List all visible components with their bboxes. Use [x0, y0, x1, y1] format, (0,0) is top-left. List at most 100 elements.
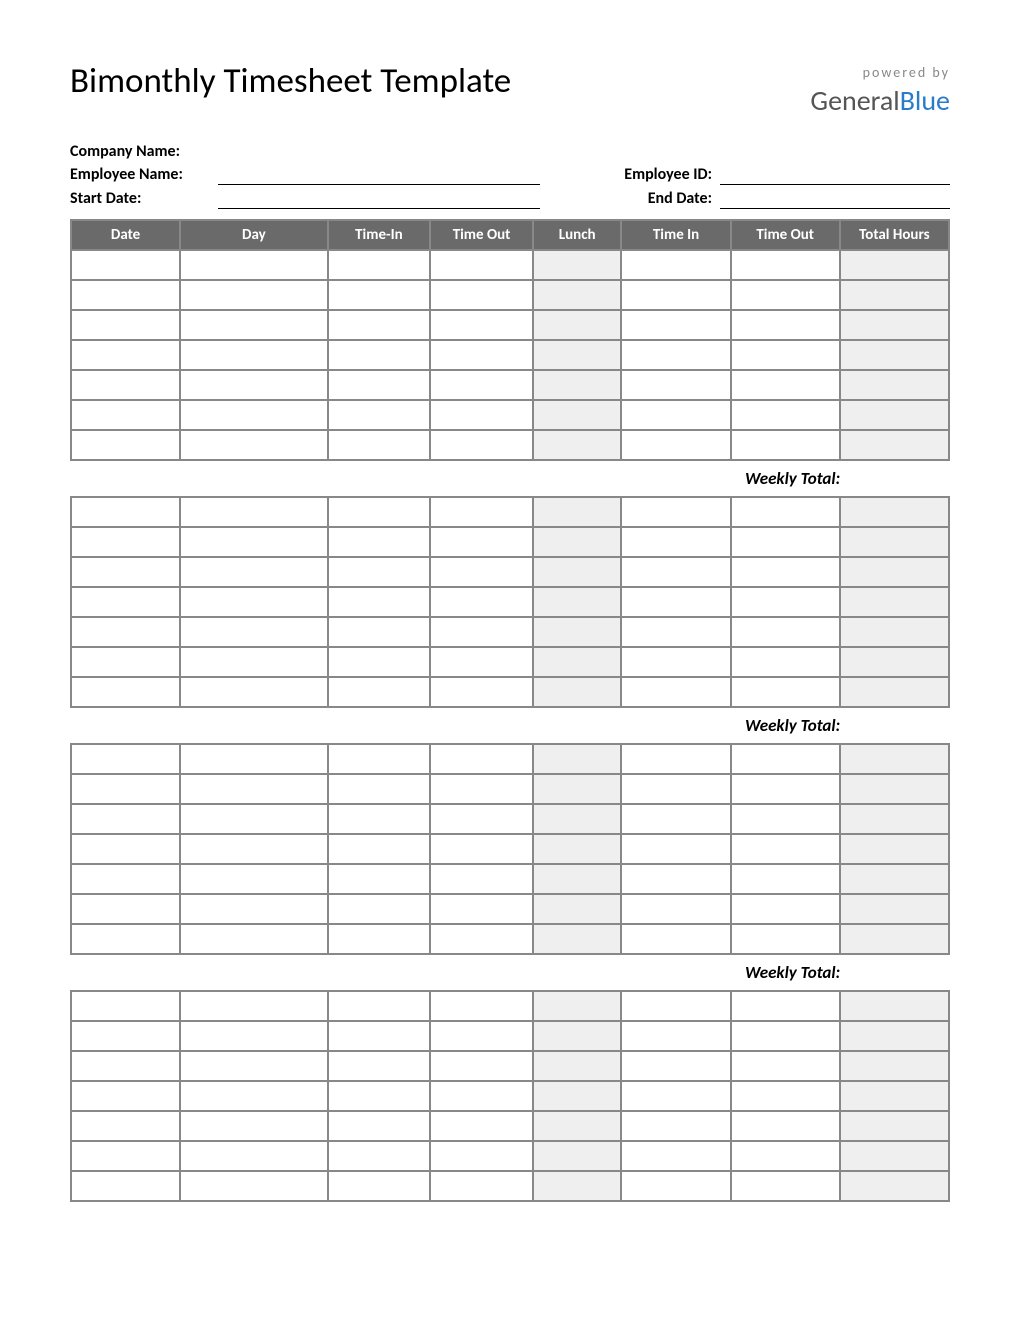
- table-cell[interactable]: [621, 370, 730, 400]
- table-cell[interactable]: [328, 617, 431, 647]
- table-cell[interactable]: [180, 924, 327, 954]
- table-cell[interactable]: [71, 1021, 180, 1051]
- table-cell[interactable]: [180, 677, 327, 707]
- table-cell[interactable]: [621, 1051, 730, 1081]
- table-cell[interactable]: [533, 370, 622, 400]
- table-cell[interactable]: [621, 894, 730, 924]
- table-cell[interactable]: [71, 587, 180, 617]
- table-cell[interactable]: [180, 280, 327, 310]
- table-cell[interactable]: [840, 617, 949, 647]
- table-cell[interactable]: [731, 647, 840, 677]
- table-cell[interactable]: [840, 1021, 949, 1051]
- table-cell[interactable]: [71, 774, 180, 804]
- table-cell[interactable]: [430, 310, 533, 340]
- table-cell[interactable]: [328, 924, 431, 954]
- table-cell[interactable]: [533, 617, 622, 647]
- table-cell[interactable]: [621, 527, 730, 557]
- table-cell[interactable]: [731, 400, 840, 430]
- table-cell[interactable]: [328, 677, 431, 707]
- table-cell[interactable]: [180, 804, 327, 834]
- table-cell[interactable]: [840, 1111, 949, 1141]
- table-cell[interactable]: [533, 774, 622, 804]
- table-cell[interactable]: [180, 250, 327, 280]
- table-cell[interactable]: [71, 924, 180, 954]
- table-cell[interactable]: [71, 834, 180, 864]
- table-cell[interactable]: [430, 1081, 533, 1111]
- table-cell[interactable]: [533, 497, 622, 527]
- table-cell[interactable]: [621, 400, 730, 430]
- table-cell[interactable]: [430, 1171, 533, 1201]
- table-cell[interactable]: [731, 250, 840, 280]
- table-cell[interactable]: [840, 1051, 949, 1081]
- table-cell[interactable]: [731, 1081, 840, 1111]
- table-cell[interactable]: [430, 557, 533, 587]
- table-cell[interactable]: [430, 774, 533, 804]
- table-cell[interactable]: [180, 340, 327, 370]
- table-cell[interactable]: [840, 400, 949, 430]
- table-cell[interactable]: [180, 310, 327, 340]
- table-cell[interactable]: [840, 1081, 949, 1111]
- table-cell[interactable]: [533, 527, 622, 557]
- table-cell[interactable]: [430, 250, 533, 280]
- table-cell[interactable]: [533, 1051, 622, 1081]
- table-cell[interactable]: [71, 677, 180, 707]
- table-cell[interactable]: [731, 864, 840, 894]
- table-cell[interactable]: [180, 557, 327, 587]
- table-cell[interactable]: [731, 1021, 840, 1051]
- table-cell[interactable]: [430, 991, 533, 1021]
- table-cell[interactable]: [71, 617, 180, 647]
- table-cell[interactable]: [71, 497, 180, 527]
- table-cell[interactable]: [71, 991, 180, 1021]
- table-cell[interactable]: [621, 430, 730, 460]
- table-cell[interactable]: [731, 430, 840, 460]
- table-cell[interactable]: [840, 804, 949, 834]
- table-cell[interactable]: [731, 894, 840, 924]
- table-cell[interactable]: [180, 1111, 327, 1141]
- table-cell[interactable]: [430, 924, 533, 954]
- table-cell[interactable]: [328, 647, 431, 677]
- table-cell[interactable]: [430, 894, 533, 924]
- table-cell[interactable]: [180, 527, 327, 557]
- table-cell[interactable]: [840, 647, 949, 677]
- table-cell[interactable]: [621, 497, 730, 527]
- table-cell[interactable]: [71, 1171, 180, 1201]
- table-cell[interactable]: [328, 1141, 431, 1171]
- table-cell[interactable]: [840, 774, 949, 804]
- table-cell[interactable]: [328, 1171, 431, 1201]
- table-cell[interactable]: [71, 400, 180, 430]
- table-cell[interactable]: [840, 1141, 949, 1171]
- end-date-field[interactable]: [720, 189, 950, 209]
- table-cell[interactable]: [533, 310, 622, 340]
- table-cell[interactable]: [180, 647, 327, 677]
- table-cell[interactable]: [731, 557, 840, 587]
- table-cell[interactable]: [533, 557, 622, 587]
- table-cell[interactable]: [731, 310, 840, 340]
- table-cell[interactable]: [840, 370, 949, 400]
- table-cell[interactable]: [180, 370, 327, 400]
- table-cell[interactable]: [731, 1051, 840, 1081]
- table-cell[interactable]: [533, 1021, 622, 1051]
- table-cell[interactable]: [71, 280, 180, 310]
- table-cell[interactable]: [328, 774, 431, 804]
- table-cell[interactable]: [840, 527, 949, 557]
- table-cell[interactable]: [328, 834, 431, 864]
- table-cell[interactable]: [840, 894, 949, 924]
- table-cell[interactable]: [71, 1051, 180, 1081]
- table-cell[interactable]: [621, 1141, 730, 1171]
- table-cell[interactable]: [71, 340, 180, 370]
- table-cell[interactable]: [430, 430, 533, 460]
- table-cell[interactable]: [621, 340, 730, 370]
- table-cell[interactable]: [731, 1141, 840, 1171]
- table-cell[interactable]: [430, 587, 533, 617]
- table-cell[interactable]: [621, 280, 730, 310]
- table-cell[interactable]: [71, 370, 180, 400]
- table-cell[interactable]: [533, 430, 622, 460]
- table-cell[interactable]: [533, 1111, 622, 1141]
- table-cell[interactable]: [840, 677, 949, 707]
- table-cell[interactable]: [533, 1171, 622, 1201]
- table-cell[interactable]: [731, 677, 840, 707]
- table-cell[interactable]: [533, 677, 622, 707]
- table-cell[interactable]: [731, 774, 840, 804]
- table-cell[interactable]: [533, 280, 622, 310]
- table-cell[interactable]: [533, 991, 622, 1021]
